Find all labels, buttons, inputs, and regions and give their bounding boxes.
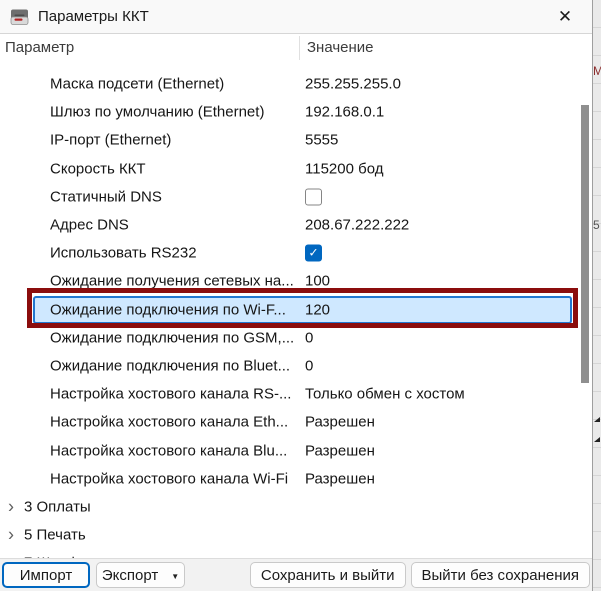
param-label: Шлюз по умолчанию (Ethernet) — [50, 104, 264, 121]
export-button-label: Экспорт — [102, 567, 158, 584]
column-separator — [299, 36, 300, 60]
tree-row[interactable]: Настройка хостового канала RS-... Только … — [0, 380, 580, 408]
param-label: Настройка хостового канала Wi-Fi — [50, 470, 288, 487]
title-bar: Параметры ККТ ✕ — [0, 0, 592, 34]
footer-bar: Импорт Экспорт ▼ Сохранить и выйти Выйти… — [0, 558, 592, 591]
param-value: Разрешен — [305, 414, 375, 431]
column-header-parameter[interactable]: Параметр — [5, 39, 74, 56]
tree-row[interactable]: Настройка хостового канала Eth... Разреше… — [0, 408, 580, 436]
param-label: IP-порт (Ethernet) — [50, 132, 171, 149]
tree-row[interactable]: Адрес DNS 208.67.222.222 — [0, 211, 580, 239]
chevron-right-icon[interactable]: › — [8, 525, 14, 543]
param-value: 100 — [305, 273, 330, 290]
param-label: Маска подсети (Ethernet) — [50, 76, 224, 93]
param-value: 5555 — [305, 132, 338, 149]
background-text-fragment: М — [593, 64, 601, 78]
import-button[interactable]: Импорт — [2, 562, 90, 588]
window-title: Параметры ККТ — [38, 8, 149, 25]
param-value: 0 — [305, 329, 313, 346]
param-value: Разрешен — [305, 442, 375, 459]
tree-row[interactable]: Маска подсети (Ethernet) 255.255.255.0 — [0, 70, 580, 98]
tree-row[interactable]: Использовать RS232 ✓ — [0, 239, 580, 267]
param-label: Ожидание подключения по Wi-F... — [50, 301, 286, 318]
param-label: 3 Оплаты — [24, 498, 91, 515]
close-icon: ✕ — [558, 7, 572, 27]
vertical-scrollbar-thumb[interactable] — [581, 105, 589, 383]
param-label: Ожидание получения сетевых на... — [50, 273, 294, 290]
tree-row[interactable]: IP-порт (Ethernet) 5555 — [0, 126, 580, 154]
footer-right-group: Сохранить и выйти Выйти без сохранения — [250, 562, 590, 588]
kkt-parameters-dialog: Параметры ККТ ✕ Параметр Значение Маска … — [0, 0, 593, 591]
param-label: Настройка хостового канала Eth... — [50, 414, 288, 431]
tree-row[interactable]: Настройка хостового канала Wi-Fi Разрешен — [0, 465, 580, 493]
tree-row-selected[interactable]: Ожидание подключения по Wi-F... 120 — [33, 296, 572, 324]
tree-group-row[interactable]: › 3 Оплаты — [0, 493, 580, 521]
param-label: Статичный DNS — [50, 188, 162, 205]
dropdown-caret-icon: ▼ — [171, 572, 179, 581]
param-value: 120 — [305, 301, 330, 318]
param-value: Только обмен с хостом — [305, 386, 465, 403]
param-value: 192.168.0.1 — [305, 104, 384, 121]
param-value: Разрешен — [305, 470, 375, 487]
param-label: Настройка хостового канала Blu... — [50, 442, 287, 459]
tree-group-row[interactable]: › 5 Печать — [0, 521, 580, 549]
export-button[interactable]: Экспорт ▼ — [96, 562, 185, 588]
parameters-tree: Маска подсети (Ethernet) 255.255.255.0 Шлю… — [0, 62, 580, 566]
chevron-right-icon[interactable]: › — [8, 497, 14, 515]
background-triangle-mark — [594, 437, 600, 442]
tree-row[interactable]: Ожидание получения сетевых на... 100 — [0, 267, 580, 295]
background-triangle-mark — [594, 417, 600, 422]
exit-without-saving-button[interactable]: Выйти без сохранения — [411, 562, 591, 588]
background-text-fragment: 5 — [593, 218, 600, 232]
param-value: 208.67.222.222 — [305, 217, 409, 234]
param-value: 115200 бод — [305, 160, 383, 177]
column-header-value[interactable]: Значение — [307, 39, 374, 56]
param-label: Использовать RS232 — [50, 245, 197, 262]
tree-row[interactable]: Скорость ККТ 115200 бод — [0, 155, 580, 183]
table-header: Параметр Значение — [0, 35, 592, 62]
param-label: Настройка хостового канала RS-... — [50, 386, 291, 403]
tree-row[interactable]: Настройка хостового канала Blu... Разреше… — [0, 436, 580, 464]
close-button[interactable]: ✕ — [544, 2, 586, 31]
checkbox-unchecked[interactable] — [305, 188, 322, 205]
param-label: 5 Печать — [24, 527, 86, 544]
tree-row[interactable]: Шлюз по умолчанию (Ethernet) 192.168.0.1 — [0, 98, 580, 126]
param-label: Скорость ККТ — [50, 160, 146, 177]
param-value: 255.255.255.0 — [305, 76, 401, 93]
tree-row[interactable]: Ожидание подключения по GSM,... 0 — [0, 324, 580, 352]
checkbox-checked[interactable]: ✓ — [305, 245, 322, 262]
save-and-exit-button[interactable]: Сохранить и выйти — [250, 562, 406, 588]
tree-row[interactable]: Ожидание подключения по Bluet... 0 — [0, 352, 580, 380]
param-value: 0 — [305, 357, 313, 374]
param-label: Ожидание подключения по GSM,... — [50, 329, 294, 346]
background-window-sliver: М5 — [593, 0, 601, 591]
screen: М5 Параметры ККТ ✕ Параметр Значение — [0, 0, 601, 591]
tree-row[interactable]: Статичный DNS — [0, 183, 580, 211]
param-label: Ожидание подключения по Bluet... — [50, 357, 290, 374]
param-label: Адрес DNS — [50, 217, 129, 234]
printer-icon — [10, 9, 29, 25]
